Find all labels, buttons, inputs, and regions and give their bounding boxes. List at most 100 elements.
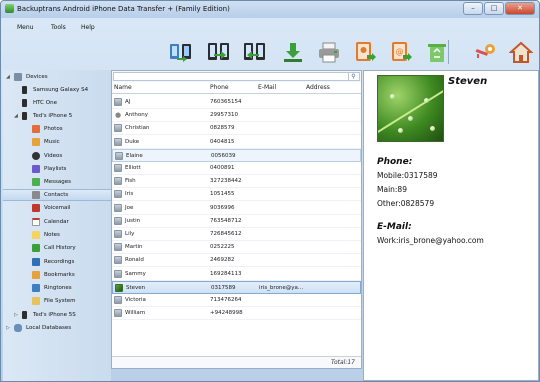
database-icon xyxy=(14,324,22,332)
tree-item-call-history[interactable]: Call History xyxy=(3,242,111,254)
tree-item-contacts[interactable]: Contacts xyxy=(3,189,111,201)
menu-toolbar-area: Menu Tools Help @ xyxy=(1,18,539,70)
tree-item-ringtones[interactable]: Ringtones xyxy=(3,282,111,294)
cell-name: Justin xyxy=(125,217,141,224)
home-icon[interactable] xyxy=(508,41,534,63)
table-row[interactable]: Iris 1051455 xyxy=(112,188,361,202)
table-row[interactable]: Christian 0828579 xyxy=(112,122,361,136)
tree-devices[interactable]: ◢ Devices xyxy=(3,71,111,83)
recycle-delete-icon[interactable] xyxy=(425,41,449,63)
cell-name: Sammy xyxy=(125,270,146,277)
recordings-icon xyxy=(32,258,40,266)
table-row[interactable]: Sammy 169284113 xyxy=(112,268,361,281)
expand-arrow-icon[interactable]: ▷ xyxy=(6,325,10,331)
table-row[interactable]: ● Anthony 29957310 xyxy=(112,109,361,123)
print-icon[interactable] xyxy=(317,41,341,63)
cell-name: Victoria xyxy=(125,297,146,303)
tree-item-teds-iphone-5s[interactable]: ▷ Ted's iPhone 5S xyxy=(3,309,111,321)
search-input[interactable]: ⚲ xyxy=(113,72,360,81)
cell-name: Steven xyxy=(126,284,146,291)
cell-name: AJ xyxy=(125,99,131,105)
search-icon[interactable]: ⚲ xyxy=(348,73,358,81)
cell-phone: 327238442 xyxy=(210,178,242,185)
menu-tools[interactable]: Tools xyxy=(51,24,66,31)
table-row[interactable]: Lily 726845612 xyxy=(112,228,361,241)
menu-help[interactable]: Help xyxy=(81,24,95,31)
cell-phone: 713476264 xyxy=(210,297,242,303)
table-row[interactable]: Ronald 2469282 xyxy=(112,254,361,268)
expand-arrow-icon[interactable]: ▷ xyxy=(14,312,18,318)
title-bar[interactable]: Backuptrans Android iPhone Data Transfer… xyxy=(1,1,539,18)
register-key-icon[interactable] xyxy=(473,41,497,63)
tree-item-label: Samsung Galaxy S4 xyxy=(33,87,89,93)
cell-phone: 9036996 xyxy=(210,204,235,211)
cell-name: Ronald xyxy=(125,257,144,264)
transfer-between-devices-icon[interactable] xyxy=(169,41,193,63)
iphone-icon xyxy=(22,311,27,319)
table-row[interactable]: Martin 0252225 xyxy=(112,241,361,255)
tree-item-label: Local Databases xyxy=(26,325,72,331)
column-name[interactable]: Name xyxy=(114,84,132,91)
file-system-icon xyxy=(32,297,40,305)
maximize-button[interactable]: □ xyxy=(484,2,504,15)
table-row[interactable]: Victoria 713476264 xyxy=(112,294,361,307)
tree-local-databases[interactable]: ▷ Local Databases xyxy=(3,322,111,334)
tree-item-label: Bookmarks xyxy=(44,272,75,278)
collapse-arrow-icon[interactable]: ◢ xyxy=(14,113,18,119)
tree-item-file-system[interactable]: File System xyxy=(3,295,111,307)
music-icon xyxy=(32,138,40,146)
tree-item-samsung-galaxy-s4[interactable]: Samsung Galaxy S4 xyxy=(3,84,111,96)
download-backup-icon[interactable] xyxy=(281,41,305,63)
tree-item-music[interactable]: Music xyxy=(3,136,111,148)
tree-item-voicemail[interactable]: Voicemail xyxy=(3,202,111,214)
table-row[interactable]: Elliott 0400891 xyxy=(112,162,361,175)
cell-phone: 169284113 xyxy=(210,270,242,277)
contact-avatar-icon xyxy=(114,203,122,212)
export-contacts-icon[interactable]: @ xyxy=(389,41,413,63)
list-footer: Total:17 xyxy=(112,356,361,368)
total-count: Total:17 xyxy=(331,359,355,366)
column-address[interactable]: Address xyxy=(306,84,330,91)
contact-detail: Steven Phone: Mobile:0317589 Main:89 Oth… xyxy=(363,70,539,381)
tree-item-playlists[interactable]: Playlists xyxy=(3,163,111,175)
menu-menu[interactable]: Menu xyxy=(17,24,33,31)
tree-item-videos[interactable]: Videos xyxy=(3,150,111,162)
cell-name: Duke xyxy=(125,138,140,145)
tree-item-label: HTC One xyxy=(33,100,57,106)
tree-item-photos[interactable]: Photos xyxy=(3,123,111,135)
contact-avatar-icon xyxy=(114,243,122,252)
phone-heading: Phone: xyxy=(377,157,413,167)
table-row[interactable]: Elaine 0056039 xyxy=(112,148,361,162)
tree-item-teds-iphone-5[interactable]: ◢ Ted's iPhone 5 xyxy=(3,110,111,122)
column-phone[interactable]: Phone xyxy=(210,84,229,91)
cell-phone: 2469282 xyxy=(210,257,235,264)
tree-item-bookmarks[interactable]: Bookmarks xyxy=(3,269,111,281)
transfer-android-to-iphone-icon[interactable] xyxy=(207,41,231,63)
table-row[interactable]: Joe 9036996 xyxy=(112,202,361,215)
import-contacts-icon[interactable] xyxy=(353,41,377,63)
table-row[interactable]: Steven 0317589 iris_brone@ya... xyxy=(112,280,361,294)
tree-item-recordings[interactable]: Recordings xyxy=(3,256,111,268)
transfer-iphone-to-android-icon[interactable] xyxy=(243,41,267,63)
cell-name: William xyxy=(125,310,146,317)
contact-avatar-icon xyxy=(114,124,122,133)
table-row[interactable]: AJ 760365154 xyxy=(112,96,361,109)
column-email[interactable]: E-Mail xyxy=(258,84,276,91)
table-row[interactable]: Duke 0404815 xyxy=(112,136,361,149)
contact-avatar-icon xyxy=(114,190,122,199)
table-row[interactable]: William +94248998 xyxy=(112,307,361,321)
tree-item-label: Playlists xyxy=(44,166,67,172)
collapse-arrow-icon[interactable]: ◢ xyxy=(6,74,10,80)
cell-phone: +94248998 xyxy=(210,310,243,317)
tree-item-notes[interactable]: Notes xyxy=(3,229,111,241)
table-row[interactable]: Fish 327238442 xyxy=(112,175,361,189)
close-button[interactable]: ✕ xyxy=(505,2,535,15)
contact-avatar-icon xyxy=(114,269,122,278)
tree-item-htc-one[interactable]: HTC One xyxy=(3,97,111,109)
tree-item-calendar[interactable]: Calendar xyxy=(3,216,111,228)
tree-item-messages[interactable]: Messages xyxy=(3,176,111,188)
notes-icon xyxy=(32,231,40,239)
table-row[interactable]: Justin 763548712 xyxy=(112,215,361,228)
minimize-button[interactable]: – xyxy=(463,2,483,15)
cell-name: Joe xyxy=(125,204,134,211)
